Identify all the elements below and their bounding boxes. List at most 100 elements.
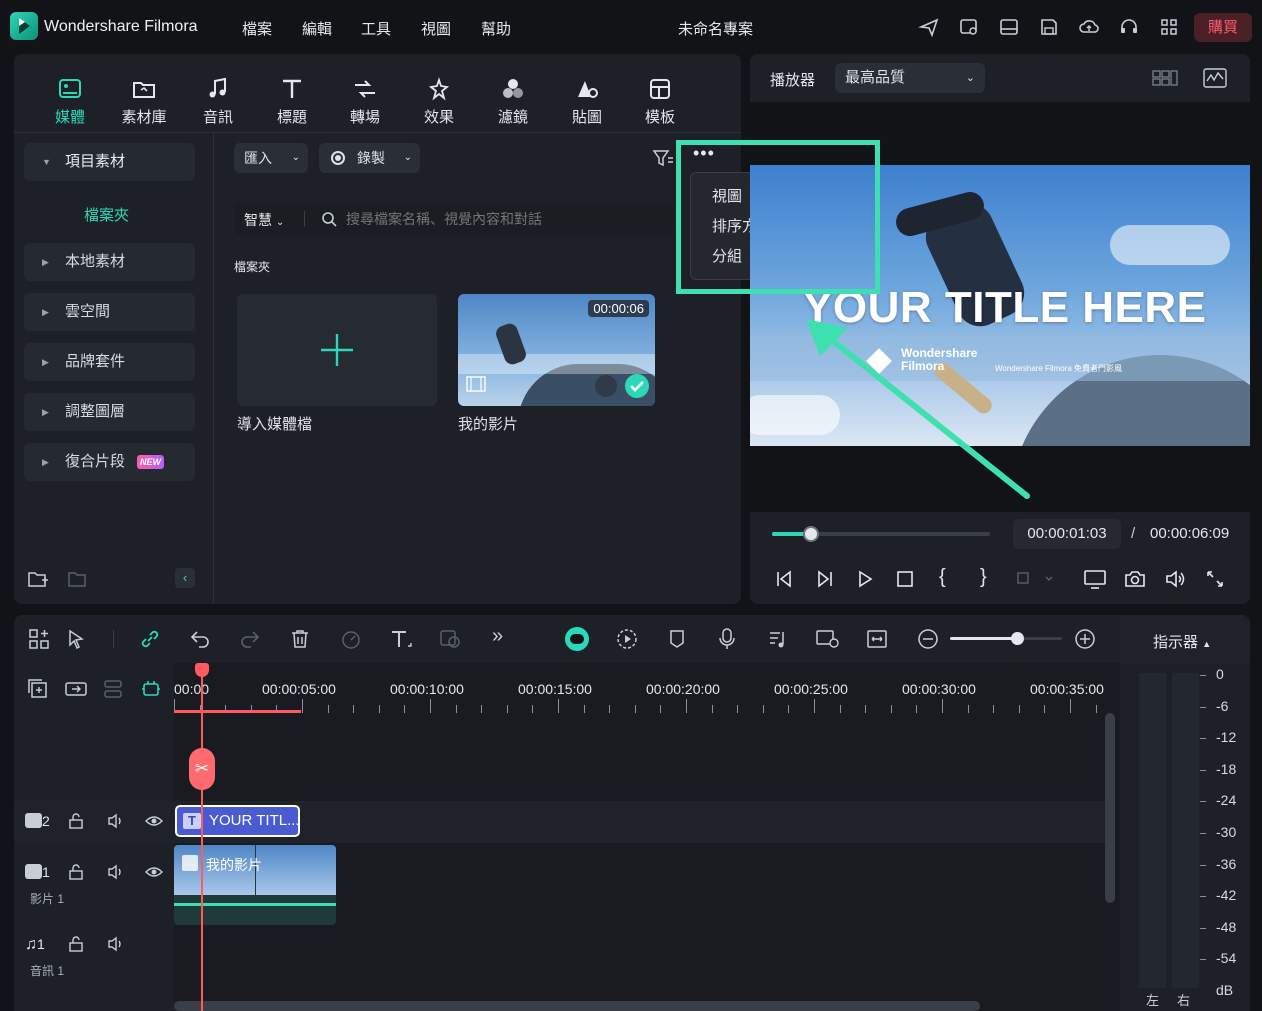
settings-doc-icon[interactable] [958, 16, 980, 38]
speed-icon[interactable] [339, 628, 363, 650]
tab-templates[interactable]: 模板 [630, 76, 690, 127]
sidebar-item-compound-clip[interactable]: ▶ 復合片段 NEW [24, 443, 195, 481]
headset-icon[interactable] [1118, 16, 1140, 38]
eye-icon[interactable] [145, 864, 163, 880]
menu-help[interactable]: 幫助 [481, 18, 511, 39]
mask-icon[interactable] [439, 628, 463, 650]
sidebar-item-adjustment-layer[interactable]: ▶ 調整圖層 [24, 393, 195, 431]
tab-media[interactable]: 媒體 [40, 76, 100, 127]
save-icon[interactable] [1038, 16, 1060, 38]
add-track-icon[interactable] [27, 678, 49, 700]
marker-icon[interactable] [667, 628, 687, 650]
volume-icon[interactable] [1164, 568, 1186, 590]
sidebar-item-brand-kit[interactable]: ▶ 品牌套件 [24, 343, 195, 381]
snapshot-camera-icon[interactable] [1124, 568, 1146, 590]
waveform-scope-icon[interactable] [1203, 68, 1227, 88]
lock-icon[interactable] [68, 864, 84, 880]
menu-tools[interactable]: 工具 [361, 18, 391, 39]
zoom-slider[interactable] [950, 632, 1062, 645]
stop-icon[interactable] [895, 569, 915, 589]
title-clip[interactable]: T YOUR TITL... [175, 805, 300, 837]
mark-out-button[interactable]: } [980, 566, 987, 589]
sidebar-item-project-media[interactable]: ▼ 項目素材 [24, 143, 195, 181]
menu-file[interactable]: 檔案 [242, 18, 272, 39]
collapse-sidebar-button[interactable]: ‹ [175, 568, 195, 588]
delete-folder-icon[interactable] [67, 569, 89, 589]
sidebar-item-local[interactable]: ▶ 本地素材 [24, 243, 195, 281]
send-icon[interactable] [918, 16, 940, 38]
ripple-icon[interactable] [102, 678, 124, 700]
speaker-icon[interactable] [107, 936, 125, 952]
select-pointer-icon[interactable] [66, 628, 88, 650]
tab-transitions[interactable]: 轉場 [335, 76, 395, 127]
check-icon [625, 374, 649, 398]
sidebar-item-cloud[interactable]: ▶ 雲空間 [24, 293, 195, 331]
current-time-field[interactable]: 00:00:01:03 [1013, 519, 1121, 549]
display-monitor-icon[interactable] [1083, 568, 1107, 590]
playhead[interactable] [201, 663, 203, 1011]
ruler-tick [583, 705, 585, 713]
undo-icon[interactable] [189, 628, 211, 650]
zoom-out-icon[interactable] [917, 628, 939, 650]
link-icon[interactable] [139, 628, 161, 650]
playback-progress[interactable] [772, 526, 990, 542]
import-media-tile[interactable] [237, 294, 437, 406]
mark-in-icon: { [939, 566, 946, 588]
magnet-snap-icon[interactable] [140, 678, 162, 700]
speaker-icon[interactable] [107, 813, 125, 829]
grid-view-icon[interactable] [1152, 69, 1178, 87]
eye-icon[interactable] [145, 813, 163, 829]
lock-icon[interactable] [68, 813, 84, 829]
tab-titles[interactable]: 標題 [262, 76, 322, 127]
layout-grid-icon[interactable] [28, 628, 50, 650]
lock-icon[interactable] [68, 936, 84, 952]
redo-icon[interactable] [239, 628, 261, 650]
prev-frame-icon[interactable] [774, 569, 794, 589]
tab-effects[interactable]: 效果 [409, 76, 469, 127]
cloud-upload-icon[interactable] [1078, 16, 1100, 38]
play-icon[interactable] [855, 569, 875, 589]
search-input[interactable] [346, 207, 666, 231]
timeline-ruler[interactable]: 00:00 00:00:05:00 00:00:10:00 00:00:15:00 00… [174, 663, 1120, 715]
timeline-horizontal-scrollbar[interactable] [174, 1001, 980, 1011]
link-tracks-icon[interactable] [64, 678, 88, 700]
tab-stickers[interactable]: 貼圖 [557, 76, 617, 127]
record-dropdown[interactable]: 錄製 ⌄ [319, 143, 420, 173]
import-dropdown[interactable]: 匯入 ⌄ [234, 143, 308, 173]
buy-button[interactable]: 購買 [1194, 13, 1252, 42]
preview-render-icon[interactable] [815, 628, 841, 650]
meter-scale-label: dB [1216, 982, 1234, 998]
tab-audio[interactable]: 音訊 [188, 76, 248, 127]
delete-trash-icon[interactable] [289, 628, 311, 650]
video-clip[interactable]: 我的影片 [174, 845, 336, 925]
fullscreen-icon[interactable] [1205, 569, 1225, 589]
menu-edit[interactable]: 編輯 [302, 18, 332, 39]
smart-dropdown[interactable]: 智慧 ⌄ [244, 210, 284, 230]
mark-in-button[interactable]: { [939, 566, 946, 589]
grid-apps-icon[interactable] [1158, 16, 1180, 38]
next-frame-icon[interactable] [815, 569, 835, 589]
filter-funnel-icon[interactable] [652, 148, 674, 168]
tab-library[interactable]: 素材庫 [114, 76, 174, 127]
menu-view[interactable]: 視圖 [421, 18, 451, 39]
new-folder-icon[interactable] [27, 569, 49, 589]
quality-dropdown[interactable]: 最高品質 ⌄ [835, 63, 985, 93]
playhead-handle[interactable] [195, 663, 209, 677]
timeline-vertical-scrollbar[interactable] [1105, 713, 1115, 903]
fit-timeline-icon[interactable] [866, 628, 888, 650]
layout-icon[interactable] [998, 16, 1020, 38]
my-video-thumbnail[interactable]: 00:00:06 [458, 294, 655, 406]
zoom-in-icon[interactable] [1074, 628, 1096, 650]
tab-filters[interactable]: 濾鏡 [483, 76, 543, 127]
text-tool-icon[interactable] [389, 628, 415, 650]
microphone-icon[interactable] [717, 627, 737, 651]
meter-toggle[interactable]: 指示器 ▲ [1153, 631, 1211, 652]
zoom-slider-handle[interactable] [1011, 632, 1024, 645]
speaker-icon[interactable] [107, 864, 125, 880]
ai-assistant-icon[interactable] [565, 627, 589, 651]
sidebar-item-folder[interactable]: 檔案夾 [84, 204, 129, 225]
music-note-list-icon[interactable] [767, 628, 789, 650]
split-scissors-button[interactable]: ✂ [189, 748, 215, 790]
more-tools-button[interactable]: » [492, 625, 503, 648]
auto-reframe-icon[interactable] [615, 627, 639, 651]
